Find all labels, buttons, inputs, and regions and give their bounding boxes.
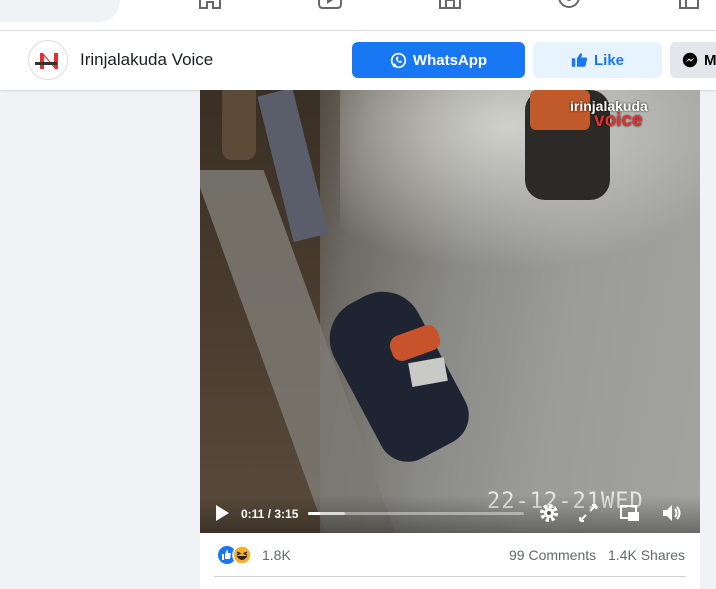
home-icon[interactable] (197, 0, 223, 14)
pip-icon[interactable] (619, 502, 641, 524)
page-logo (30, 42, 67, 79)
search-box[interactable] (0, 0, 120, 22)
marketplace-icon[interactable] (437, 0, 463, 14)
watch-icon[interactable] (317, 0, 343, 14)
video-watermark: irinjalakuda voice (570, 98, 648, 132)
message-label: M (704, 51, 716, 69)
message-button[interactable]: M (670, 42, 716, 78)
video-progress-bar[interactable] (308, 512, 524, 515)
play-icon[interactable] (214, 504, 230, 522)
thumbs-up-icon (571, 53, 588, 67)
whatsapp-button[interactable]: WhatsApp (352, 42, 525, 78)
fullscreen-icon[interactable] (577, 502, 599, 524)
reaction-icons[interactable] (217, 545, 257, 565)
video-time: 0:11 / 3:15 (241, 507, 299, 521)
page-header: Irinjalakuda Voice WhatsApp Like M (0, 31, 716, 90)
post-footer: 1.8K 99 Comments 1.4K Shares (200, 533, 700, 589)
reaction-count[interactable]: 1.8K (262, 547, 291, 563)
video-progress (308, 512, 321, 515)
gaming-icon[interactable] (676, 0, 702, 14)
comments-count[interactable]: 99 Comments (509, 547, 596, 563)
settings-icon[interactable] (538, 502, 560, 524)
haha-reaction-icon (232, 545, 252, 565)
whatsapp-icon (390, 52, 407, 68)
groups-icon[interactable] (556, 0, 582, 14)
watermark-bottom: voice (594, 110, 643, 131)
like-page-button[interactable]: Like (533, 42, 662, 78)
like-label: Like (593, 51, 624, 69)
video-player[interactable]: irinjalakuda voice 22-12-21WED 0:11 / 3:… (200, 90, 700, 533)
top-navigation (0, 0, 716, 31)
volume-icon[interactable] (661, 502, 683, 524)
video-controls: 0:11 / 3:15 (200, 495, 700, 533)
page-avatar[interactable] (28, 40, 68, 80)
page-name[interactable]: Irinjalakuda Voice (80, 50, 213, 70)
shares-count[interactable]: 1.4K Shares (608, 547, 685, 563)
whatsapp-label: WhatsApp (412, 51, 488, 69)
messenger-icon (682, 52, 698, 68)
video-frame-tree (222, 90, 256, 160)
footer-divider (214, 576, 686, 577)
